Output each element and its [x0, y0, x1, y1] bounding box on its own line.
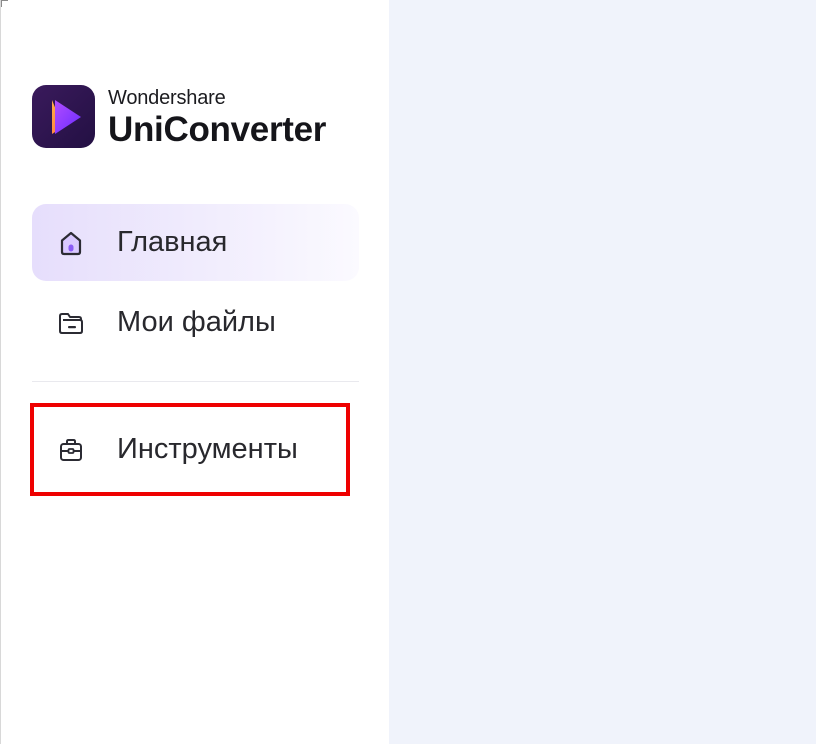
logo-brand-text: Wondershare: [108, 87, 226, 109]
app-window: Wondershare UniConverter Главная Мои фай…: [0, 0, 816, 744]
sidebar-item-label: Главная: [117, 226, 228, 258]
uniconverter-logo-icon: [32, 85, 95, 148]
logo-product-text: UniConverter: [108, 110, 327, 149]
sidebar-item-tools[interactable]: Инструменты: [32, 411, 359, 488]
sidebar: Wondershare UniConverter Главная Мои фай…: [0, 0, 389, 744]
sidebar-divider: [32, 381, 359, 382]
app-logo: Wondershare UniConverter: [32, 85, 326, 148]
home-icon: [55, 227, 87, 259]
sidebar-item-home[interactable]: Главная: [32, 204, 359, 281]
toolbox-icon: [55, 434, 87, 466]
sidebar-item-my-files[interactable]: Мои файлы: [32, 284, 359, 361]
main-content-area: [389, 0, 816, 744]
folder-icon: [55, 307, 87, 339]
sidebar-item-label: Мои файлы: [117, 306, 276, 338]
sidebar-item-label: Инструменты: [117, 433, 298, 465]
window-corner-mark: [1, 0, 8, 7]
